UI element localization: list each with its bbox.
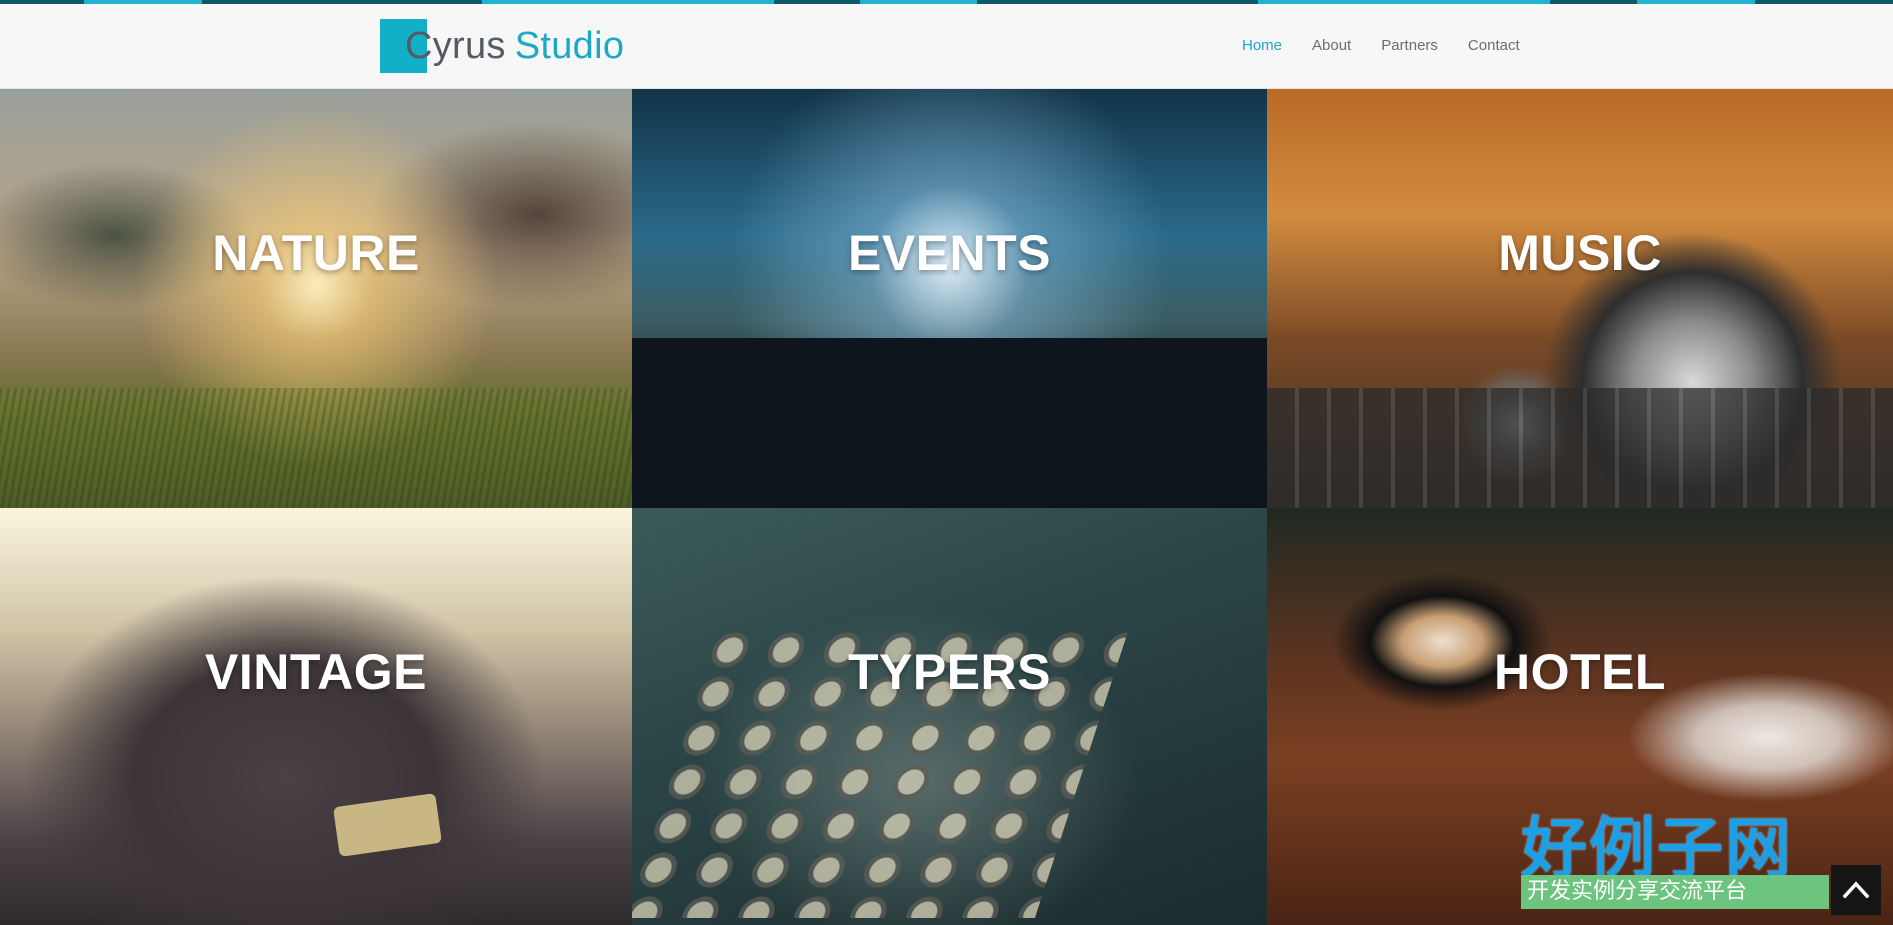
vintage-photo — [333, 793, 442, 857]
tile-label-events: EVENTS — [847, 225, 1052, 281]
main-nav: Home About Partners Contact — [1242, 37, 1550, 54]
tile-label-typers: TYPERS — [847, 644, 1052, 700]
music-photo — [1267, 388, 1893, 508]
gallery-tile-events[interactable]: EVENTS — [632, 89, 1267, 508]
nav-contact-link[interactable]: Contact — [1468, 37, 1520, 54]
logo-text: Cyrus Studio — [405, 25, 624, 68]
gallery-tile-music[interactable]: MUSIC — [1267, 89, 1893, 508]
gallery-tile-typers[interactable]: TYPERS — [632, 508, 1267, 925]
logo-word-studio: Studio — [514, 25, 625, 67]
gallery-tile-nature[interactable]: NATURE — [0, 89, 632, 508]
back-to-top-button[interactable] — [1831, 865, 1881, 915]
tile-label-music: MUSIC — [1498, 225, 1662, 281]
site-logo[interactable]: Cyrus Studio — [380, 19, 640, 73]
nav-about-link[interactable]: About — [1312, 37, 1351, 54]
chevron-up-icon — [1842, 881, 1870, 899]
watermark-subtitle: 开发实例分享交流平台 — [1521, 875, 1829, 909]
tile-label-nature: NATURE — [212, 225, 420, 281]
nature-photo — [0, 388, 632, 508]
nav-home-link[interactable]: Home — [1242, 37, 1282, 54]
logo-word-cyrus: Cyrus — [405, 25, 506, 67]
gallery-tile-vintage[interactable]: VINTAGE — [0, 508, 632, 925]
site-watermark-badge: 好例子网 开发实例分享交流平台 — [1521, 795, 1831, 915]
nav-partners-link[interactable]: Partners — [1381, 37, 1438, 54]
site-header: Cyrus Studio Home About Partners Contact — [0, 4, 1893, 89]
events-photo — [632, 338, 1267, 508]
tile-label-vintage: VINTAGE — [204, 644, 428, 700]
tile-label-hotel: HOTEL — [1494, 644, 1666, 700]
